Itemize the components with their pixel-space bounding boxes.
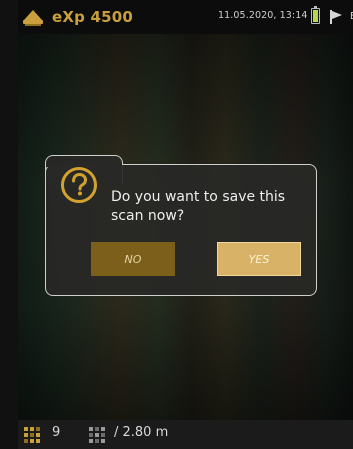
logo-icon <box>23 10 43 26</box>
flag-icon <box>330 10 342 24</box>
question-icon <box>61 167 97 203</box>
grid-icon <box>24 427 40 443</box>
scan-count: 9 <box>52 425 61 440</box>
bottom-bar: 9 / 2.80 m <box>18 420 353 449</box>
battery-icon <box>311 6 320 24</box>
status-bar: eXp 4500 11.05.2020, 13:14 EN <box>18 0 353 34</box>
yes-button[interactable]: YES <box>217 242 301 276</box>
grid-icon <box>89 427 105 443</box>
app-name: eXp 4500 <box>52 8 134 26</box>
scan-distance: / 2.80 m <box>114 425 169 440</box>
device-screen: eXp 4500 11.05.2020, 13:14 EN Do you wan… <box>0 0 353 449</box>
datetime: 11.05.2020, 13:14 <box>218 10 308 21</box>
dialog-message: Do you want to save this scan now? <box>111 189 286 224</box>
no-button[interactable]: NO <box>91 242 175 276</box>
